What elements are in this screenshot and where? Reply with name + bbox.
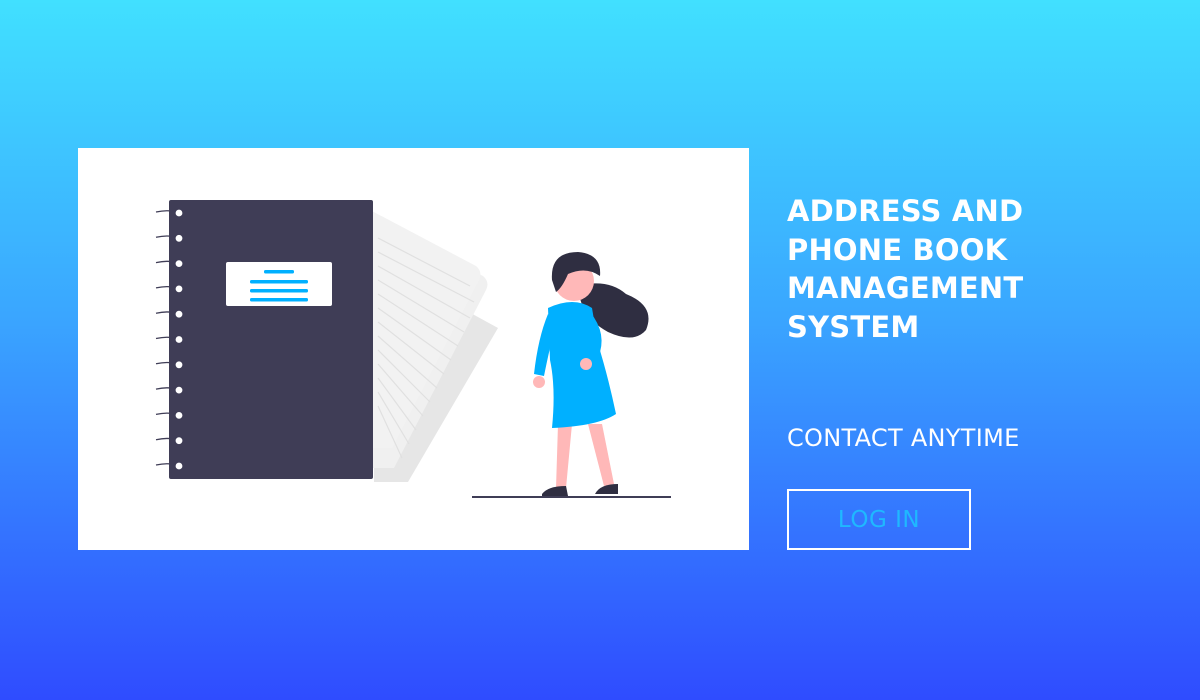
notebook-ring-hole [174,360,184,370]
spiral-notebook-icon [155,200,373,479]
hero-illustration-card [78,148,749,550]
notebook-ring-hole [174,208,184,218]
notebook-ring-hole [174,258,184,269]
notebook-ring-hole [174,410,184,420]
notebook-ring-hole [174,233,184,243]
notebook-ring-hole [174,461,184,471]
notebook-ring-hole [174,385,184,395]
notebook-illustration [155,200,671,498]
paper-pages-icon [370,210,498,482]
app-title: ADDRESS AND PHONE BOOK MANAGEMENT SYSTEM [787,194,1024,344]
login-button[interactable]: LOG IN [787,489,971,550]
notebook-ring-hole [174,334,184,345]
woman-figure-icon [472,252,671,498]
notebook-ring-hole [174,284,184,294]
notebook-ring-hole [174,436,184,446]
hero-text-panel: ADDRESS AND PHONE BOOK MANAGEMENT SYSTEM [787,192,1167,346]
tagline: CONTACT ANYTIME [787,424,1020,452]
notebook-ring-hole [174,309,184,319]
